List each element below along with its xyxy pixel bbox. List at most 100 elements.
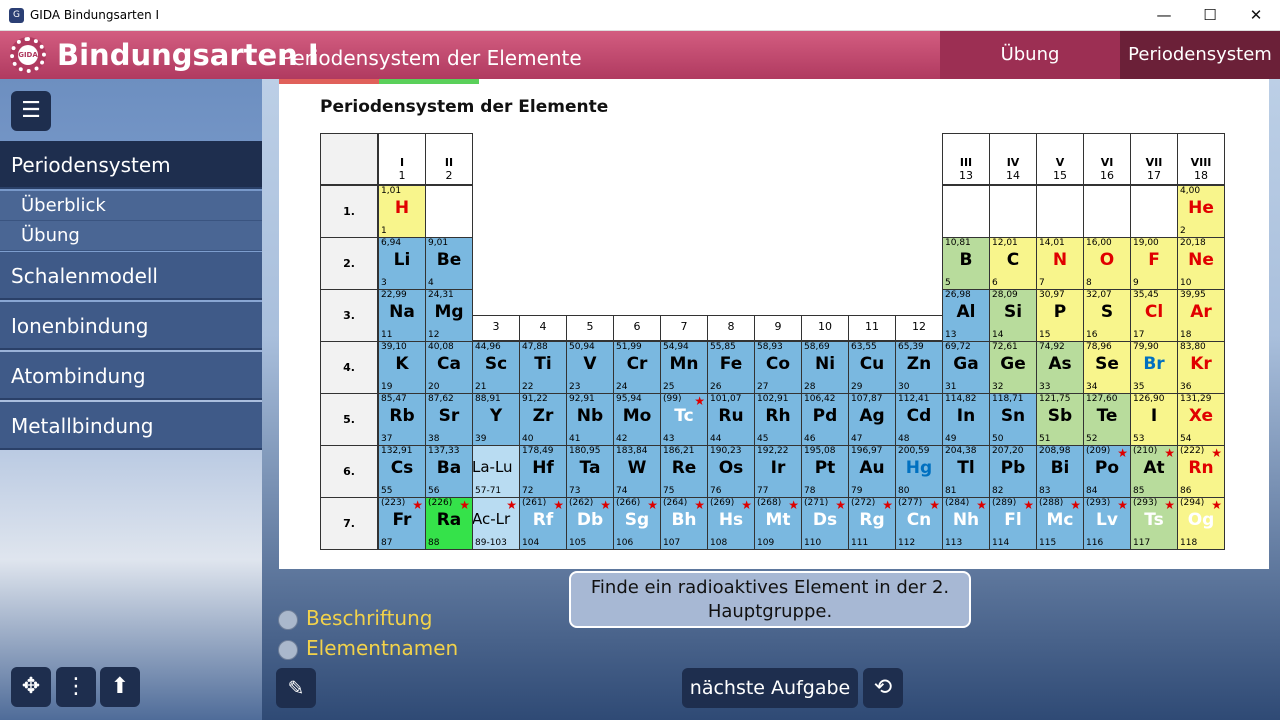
element-cell-ra[interactable]: (226) Ra 88 ★ [425, 497, 473, 550]
element-cell-hf[interactable]: 178,49 Hf 72 [519, 445, 567, 498]
arrow-up-icon[interactable]: ⬆ [100, 667, 140, 707]
element-cell-he[interactable]: 4,00 He 2 [1177, 185, 1225, 238]
element-cell-pd[interactable]: 106,42 Pd 46 [801, 393, 849, 446]
option-elementnamen[interactable]: Elementnamen [278, 636, 458, 660]
element-cell-mt[interactable]: (268) Mt 109 ★ [754, 497, 802, 550]
element-cell-la-lu[interactable]: La-Lu 57-71 [472, 445, 520, 498]
element-cell-ti[interactable]: 47,88 Ti 22 [519, 341, 567, 394]
edit-icon[interactable]: ✎ [276, 668, 316, 708]
close-button[interactable]: ✕ [1233, 0, 1279, 31]
element-cell-tc[interactable]: (99) Tc 43 ★ [660, 393, 708, 446]
element-cell-kr[interactable]: 83,80 Kr 36 [1177, 341, 1225, 394]
element-cell-os[interactable]: 190,23 Os 76 [707, 445, 755, 498]
element-cell-fl[interactable]: (289) Fl 114 ★ [989, 497, 1037, 550]
element-cell-sn[interactable]: 118,71 Sn 50 [989, 393, 1037, 446]
element-cell-rb[interactable]: 85,47 Rb 37 [378, 393, 426, 446]
element-cell-db[interactable]: (262) Db 105 ★ [566, 497, 614, 550]
element-cell-pt[interactable]: 195,08 Pt 78 [801, 445, 849, 498]
element-cell-hg[interactable]: 200,59 Hg 80 [895, 445, 943, 498]
element-cell-ag[interactable]: 107,87 Ag 47 [848, 393, 896, 446]
minimize-button[interactable]: — [1141, 0, 1187, 31]
element-cell-v[interactable]: 50,94 V 23 [566, 341, 614, 394]
element-cell-k[interactable]: 39,10 K 19 [378, 341, 426, 394]
sidebar-item-ueberblick[interactable]: Überblick [0, 191, 262, 221]
maximize-button[interactable]: ☐ [1187, 0, 1233, 31]
element-cell-ar[interactable]: 39,95 Ar 18 [1177, 289, 1225, 342]
element-cell-cd[interactable]: 112,41 Cd 48 [895, 393, 943, 446]
element-cell-as[interactable]: 74,92 As 33 [1036, 341, 1084, 394]
element-cell-c[interactable]: 12,01 C 6 [989, 237, 1037, 290]
element-cell-n[interactable]: 14,01 N 7 [1036, 237, 1084, 290]
element-cell-mc[interactable]: (288) Mc 115 ★ [1036, 497, 1084, 550]
tab-periodensystem[interactable]: Periodensystem [1120, 31, 1280, 79]
element-cell-rn[interactable]: (222) Rn 86 ★ [1177, 445, 1225, 498]
element-cell-s[interactable]: 32,07 S 16 [1083, 289, 1131, 342]
reload-icon[interactable]: ⟲ [863, 668, 903, 708]
element-cell-zn[interactable]: 65,39 Zn 30 [895, 341, 943, 394]
element-cell-al[interactable]: 26,98 Al 13 [942, 289, 990, 342]
element-cell-cl[interactable]: 35,45 Cl 17 [1130, 289, 1178, 342]
element-cell-ne[interactable]: 20,18 Ne 10 [1177, 237, 1225, 290]
element-cell-ta[interactable]: 180,95 Ta 73 [566, 445, 614, 498]
element-cell-f[interactable]: 19,00 F 9 [1130, 237, 1178, 290]
element-cell-bh[interactable]: (264) Bh 107 ★ [660, 497, 708, 550]
element-cell-o[interactable]: 16,00 O 8 [1083, 237, 1131, 290]
element-cell-au[interactable]: 196,97 Au 79 [848, 445, 896, 498]
sidebar-item-ionenbindung[interactable]: Ionenbindung [0, 302, 262, 350]
tab-uebung[interactable]: Übung [940, 31, 1120, 79]
element-cell-ge[interactable]: 72,61 Ge 32 [989, 341, 1037, 394]
element-cell-te[interactable]: 127,60 Te 52 [1083, 393, 1131, 446]
element-cell-nb[interactable]: 92,91 Nb 41 [566, 393, 614, 446]
sidebar-item-atombindung[interactable]: Atombindung [0, 352, 262, 400]
element-cell-y[interactable]: 88,91 Y 39 [472, 393, 520, 446]
element-cell-ir[interactable]: 192,22 Ir 77 [754, 445, 802, 498]
radio-icon[interactable] [278, 609, 298, 630]
element-cell-ac-lr[interactable]: Ac-Lr 89-103 ★ [472, 497, 520, 550]
sidebar-item-schalenmodell[interactable]: Schalenmodell [0, 252, 262, 300]
menu-icon[interactable]: ☰ [11, 91, 51, 131]
element-cell-si[interactable]: 28,09 Si 14 [989, 289, 1037, 342]
element-cell-xe[interactable]: 131,29 Xe 54 [1177, 393, 1225, 446]
element-cell-i[interactable]: 126,90 I 53 [1130, 393, 1178, 446]
element-cell-mg[interactable]: 24,31 Mg 12 [425, 289, 473, 342]
element-cell-h[interactable]: 1,01 H 1 [378, 185, 426, 238]
element-cell-zr[interactable]: 91,22 Zr 40 [519, 393, 567, 446]
element-cell-fr[interactable]: (223) Fr 87 ★ [378, 497, 426, 550]
element-cell-ga[interactable]: 69,72 Ga 31 [942, 341, 990, 394]
element-cell-be[interactable]: 9,01 Be 4 [425, 237, 473, 290]
element-cell-cr[interactable]: 51,99 Cr 24 [613, 341, 661, 394]
element-cell-ts[interactable]: (293) Ts 117 ★ [1130, 497, 1178, 550]
element-cell-p[interactable]: 30,97 P 15 [1036, 289, 1084, 342]
radio-icon[interactable] [278, 639, 298, 660]
element-cell-ni[interactable]: 58,69 Ni 28 [801, 341, 849, 394]
sidebar-item-uebung[interactable]: Übung [0, 221, 262, 251]
next-task-button[interactable]: nächste Aufgabe [682, 668, 858, 708]
element-cell-bi[interactable]: 208,98 Bi 83 [1036, 445, 1084, 498]
element-cell-w[interactable]: 183,84 W 74 [613, 445, 661, 498]
element-cell-cs[interactable]: 132,91 Cs 55 [378, 445, 426, 498]
element-cell-in[interactable]: 114,82 In 49 [942, 393, 990, 446]
element-cell-ba[interactable]: 137,33 Ba 56 [425, 445, 473, 498]
option-beschriftung[interactable]: Beschriftung [278, 606, 432, 630]
element-cell-na[interactable]: 22,99 Na 11 [378, 289, 426, 342]
element-cell-sb[interactable]: 121,75 Sb 51 [1036, 393, 1084, 446]
sidebar-item-periodensystem[interactable]: Periodensystem [0, 141, 262, 189]
element-cell-tl[interactable]: 204,38 Tl 81 [942, 445, 990, 498]
element-cell-mo[interactable]: 95,94 Mo 42 [613, 393, 661, 446]
move-icon[interactable]: ✥ [11, 667, 51, 707]
element-cell-rg[interactable]: (272) Rg 111 ★ [848, 497, 896, 550]
element-cell-li[interactable]: 6,94 Li 3 [378, 237, 426, 290]
element-cell-br[interactable]: 79,90 Br 35 [1130, 341, 1178, 394]
element-cell-co[interactable]: 58,93 Co 27 [754, 341, 802, 394]
element-cell-rh[interactable]: 102,91 Rh 45 [754, 393, 802, 446]
element-cell-cn[interactable]: (277) Cn 112 ★ [895, 497, 943, 550]
element-cell-ca[interactable]: 40,08 Ca 20 [425, 341, 473, 394]
element-cell-og[interactable]: (294) Og 118 ★ [1177, 497, 1225, 550]
element-cell-b[interactable]: 10,81 B 5 [942, 237, 990, 290]
element-cell-cu[interactable]: 63,55 Cu 29 [848, 341, 896, 394]
element-cell-pb[interactable]: 207,20 Pb 82 [989, 445, 1037, 498]
element-cell-se[interactable]: 78,96 Se 34 [1083, 341, 1131, 394]
element-cell-ds[interactable]: (271) Ds 110 ★ [801, 497, 849, 550]
element-cell-nh[interactable]: (284) Nh 113 ★ [942, 497, 990, 550]
element-cell-lv[interactable]: (293) Lv 116 ★ [1083, 497, 1131, 550]
